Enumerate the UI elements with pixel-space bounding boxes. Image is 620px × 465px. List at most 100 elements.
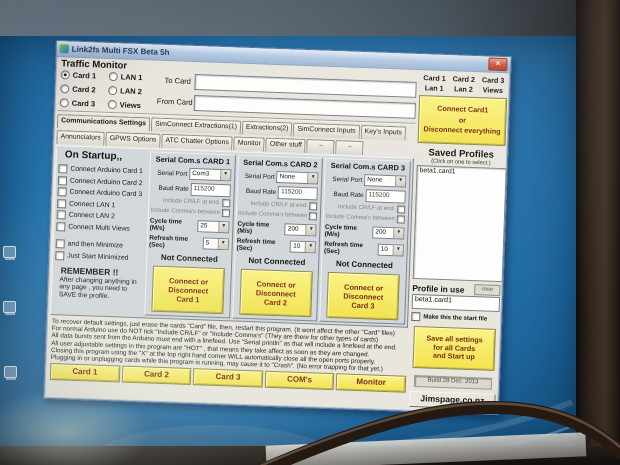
connect-disconnect-card-3-button[interactable]: Connect or Disconnect Card 3 xyxy=(326,271,401,321)
cycle-time-select[interactable]: 25 xyxy=(197,220,230,234)
cycle-time-value: 200 xyxy=(287,225,299,233)
button-line: Connect Card1 xyxy=(437,103,489,115)
radio-label: Card 1 xyxy=(72,70,97,81)
app-icon xyxy=(59,44,69,54)
chevron-down-icon xyxy=(395,176,406,187)
startup-heading: On Startup,, xyxy=(64,149,123,163)
connect-card1-disconnect-all-button[interactable]: Connect Card1 or Disconnect everything xyxy=(417,95,508,147)
tab-keys-inputs[interactable]: Key's Inputs xyxy=(360,124,407,141)
tab-communications-settings[interactable]: Communications Settings xyxy=(56,114,151,132)
checkbox-label: Make this the start file xyxy=(423,313,488,323)
profile-in-use-label: Profile in use xyxy=(412,282,465,295)
tab-gpws-options[interactable]: GPWS Options xyxy=(105,131,161,148)
checkbox-label: Just Start Minimized xyxy=(67,252,129,262)
cycle-time-label: Cycle time (M/s) xyxy=(149,217,183,233)
radio-card-3[interactable]: Card 3 xyxy=(59,97,96,109)
radio-views[interactable]: Views xyxy=(107,99,142,111)
checkbox-include-crlf[interactable]: Include CR/LF at end. xyxy=(151,196,233,208)
to-card-input[interactable] xyxy=(194,73,417,98)
chevron-down-icon xyxy=(219,169,231,181)
serial-port-label: Serial Port xyxy=(332,175,363,184)
baud-rate-value[interactable]: 115200 xyxy=(277,186,319,201)
profile-list-item[interactable]: beta1.card1 xyxy=(419,167,503,177)
refresh-time-select[interactable]: 5 xyxy=(202,237,229,251)
desktop-icon[interactable] xyxy=(3,301,16,313)
refresh-time-label: Refresh time (Sec) xyxy=(323,240,364,256)
serial-port-select[interactable]: None xyxy=(276,170,319,185)
checkbox-include-commas[interactable]: Include Comma's between xyxy=(238,210,320,221)
clear-profile-button[interactable]: clear xyxy=(474,284,501,297)
chevron-down-icon xyxy=(217,238,228,250)
radio-label: LAN 1 xyxy=(120,72,143,83)
tab-spare-2[interactable]: ~ xyxy=(335,140,365,156)
serial-port-value: Com3 xyxy=(192,169,210,178)
baud-rate-value[interactable]: 115200 xyxy=(190,182,231,198)
desktop-icon[interactable] xyxy=(4,366,17,378)
tab-other-stuff[interactable]: Other stuff xyxy=(265,137,307,153)
tab-annunciators[interactable]: Annunciators xyxy=(56,130,105,146)
checkbox-label: Connect Multi Views xyxy=(68,223,130,233)
refresh-time-label: Refresh time (Sec) xyxy=(236,237,276,253)
serial-port-select[interactable]: Com3 xyxy=(188,167,232,182)
quick-card-1-button[interactable]: Card 1 xyxy=(49,363,120,383)
checkbox-just-start-minimized[interactable]: Just Start Minimized xyxy=(55,250,145,265)
monitor-screen: Link2fs Multi FSX Beta 5h × Traffic Moni… xyxy=(0,36,578,465)
refresh-time-select[interactable]: 10 xyxy=(377,243,404,257)
close-button[interactable]: × xyxy=(488,57,508,72)
chevron-down-icon xyxy=(307,173,318,184)
radio-lan-2[interactable]: LAN 2 xyxy=(108,85,142,97)
saved-profiles-listbox[interactable]: beta1.card1 xyxy=(412,164,507,283)
profile-in-use-value[interactable]: beta1.card1 xyxy=(411,293,501,313)
from-card-input[interactable] xyxy=(193,94,416,119)
connection-status: Not Connected xyxy=(335,259,393,271)
checkbox-label: Include CR/LF at end. xyxy=(337,204,396,213)
cycle-time-value: 200 xyxy=(375,228,387,236)
serial-card-3-panel: Serial Com.s CARD 3 Serial Port None Bau… xyxy=(319,157,411,325)
baud-rate-value[interactable]: 115200 xyxy=(365,189,406,204)
checkbox-include-crlf[interactable]: Include CR/LF at end. xyxy=(326,203,408,214)
quick-card-3-button[interactable]: Card 3 xyxy=(192,368,264,388)
tab-atc-chatter-options[interactable]: ATC Chatter Options xyxy=(161,133,234,151)
checkbox-make-start-file[interactable]: Make this the start file xyxy=(411,311,499,324)
radio-label: Views xyxy=(119,100,142,111)
radio-indicator xyxy=(60,70,70,80)
tab-spare-1[interactable]: ~ xyxy=(306,139,336,155)
checkbox-label: Connect Arduino Card 2 xyxy=(69,177,143,187)
cycle-time-select[interactable]: 200 xyxy=(372,226,405,240)
quick-card-2-button[interactable]: Card 2 xyxy=(121,365,192,386)
radio-indicator xyxy=(60,84,70,94)
checkbox-include-commas[interactable]: Include Comma's between xyxy=(325,213,407,224)
cycle-time-select[interactable]: 200 xyxy=(284,223,318,237)
label-views: Views xyxy=(482,85,504,96)
refresh-time-select[interactable]: 10 xyxy=(290,240,317,254)
to-card-label: To Card xyxy=(164,75,192,86)
quick-coms-button[interactable]: COM's xyxy=(264,370,335,391)
radio-lan-1[interactable]: LAN 1 xyxy=(108,71,143,83)
radio-card-2[interactable]: Card 2 xyxy=(60,83,96,95)
refresh-time-value: 10 xyxy=(293,242,301,250)
checkbox-box xyxy=(55,250,65,261)
tab-simconnect-inputs[interactable]: SimConnect Inputs xyxy=(293,122,360,139)
checkbox-box xyxy=(397,205,406,214)
radio-card-1[interactable]: Card 1 xyxy=(60,69,97,81)
label-card-3: Card 3 xyxy=(481,75,505,86)
card-panel-title: Serial Com.s CARD 1 xyxy=(155,154,231,167)
serial-port-select[interactable]: None xyxy=(363,174,407,188)
connect-disconnect-card-1-button[interactable]: Connect or Disconnect Card 1 xyxy=(151,265,226,315)
quick-monitor-button[interactable]: Monitor xyxy=(336,373,407,393)
checkbox-box xyxy=(56,198,67,209)
label-lan-1: Lan 1 xyxy=(424,83,444,93)
jimspage-link[interactable]: Jimspage.co.nz xyxy=(409,390,496,410)
desktop-icon[interactable] xyxy=(3,246,16,258)
tab-monitor[interactable]: Monitor xyxy=(233,136,266,152)
checkbox-label: Include Comma's between xyxy=(325,213,395,223)
tab-simconnect-extractions-1[interactable]: SimConnect Extractions(1) xyxy=(150,117,242,135)
checkbox-include-crlf[interactable]: Include CR/LF at end. xyxy=(238,200,320,211)
checkbox-label: Include Comma's between xyxy=(150,207,220,216)
checkbox-include-commas[interactable]: Include Comma's between xyxy=(150,206,232,218)
connect-disconnect-card-2-button[interactable]: Connect or Disconnect Card 2 xyxy=(238,268,313,318)
checkbox-label: Connect LAN 2 xyxy=(68,211,115,221)
tab-extractions-2[interactable]: Extractions(2) xyxy=(241,120,293,137)
checkbox-box xyxy=(396,215,405,224)
refresh-time-value: 5 xyxy=(205,239,210,247)
